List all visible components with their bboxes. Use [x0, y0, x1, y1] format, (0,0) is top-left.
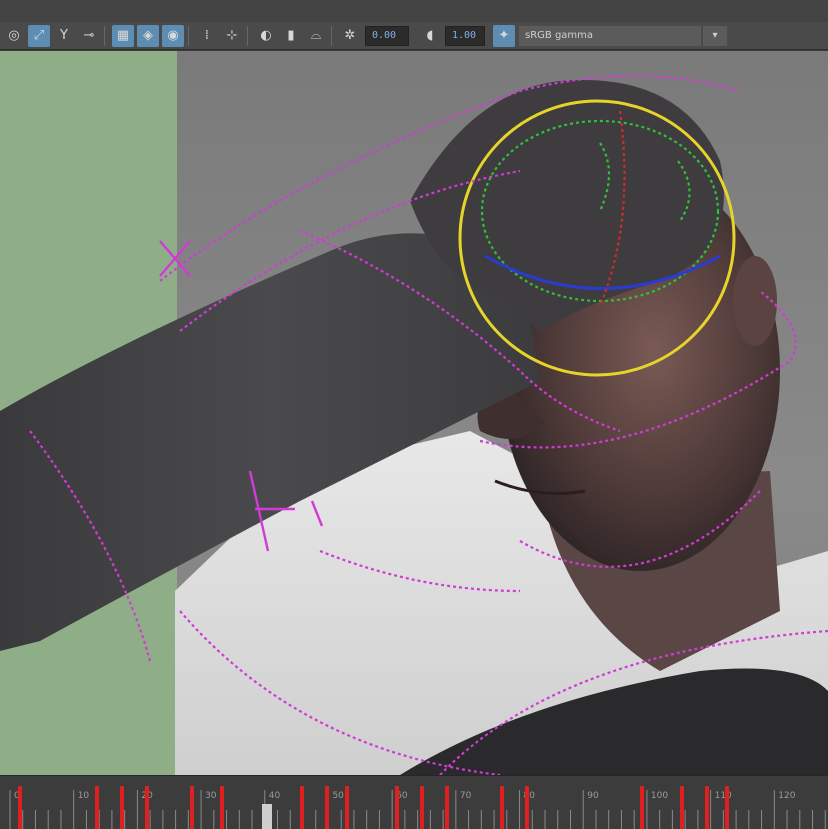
isolate-button[interactable]: ⊹: [221, 25, 243, 47]
xray-icon: ◐: [260, 28, 272, 43]
shadow-button[interactable]: ⌓: [305, 25, 327, 47]
select-tool-button[interactable]: ◎: [3, 25, 25, 47]
shaded-icon: ◉: [167, 28, 179, 43]
timeline-tick-label: 110: [715, 791, 732, 801]
colorspace-dropdown-button[interactable]: ▾: [703, 25, 727, 46]
keyframe-marker[interactable]: [705, 786, 709, 829]
time-slider-track[interactable]: 0102030405060708090100110120: [0, 776, 828, 829]
keyframe-marker[interactable]: [190, 786, 194, 829]
camera-button[interactable]: ⊸: [78, 25, 100, 47]
viewport-toolbar: ◎ ⤢ Y ⊸ ▦ ◈ ◉ ⁞ ⊹ ◐ ▮ ⌓ ✲ 0.00 ◖ 1.00 ✦ …: [0, 22, 828, 50]
toolbar-separator: [331, 25, 332, 46]
gamma-icon: ◖: [426, 28, 434, 43]
wireframe-button[interactable]: ◈: [137, 24, 159, 47]
character-scene: [0, 74, 828, 775]
keyframe-marker[interactable]: [95, 786, 99, 829]
exposure-field[interactable]: 0.00: [365, 25, 409, 46]
gamma-button[interactable]: ◖: [419, 25, 441, 47]
keyframe-marker[interactable]: [725, 786, 729, 829]
keyframe-marker[interactable]: [345, 786, 349, 829]
3d-viewport[interactable]: [0, 51, 828, 775]
select-icon: ◎: [8, 28, 20, 43]
timeline-tick-label: 10: [78, 791, 90, 801]
grid-icon: ▦: [116, 28, 130, 43]
chevron-down-icon: ▾: [712, 30, 718, 41]
keyframe-marker[interactable]: [445, 786, 449, 829]
timeline-tick-label: 70: [460, 791, 472, 801]
menu-strip: [0, 0, 828, 22]
keyframe-marker[interactable]: [680, 786, 684, 829]
timeline-tick-label: 120: [778, 791, 795, 801]
shaded-button[interactable]: ◉: [162, 24, 184, 47]
lasso-icon: ⤢: [33, 28, 45, 43]
lasso-tool-button[interactable]: ⤢: [28, 24, 50, 47]
timeline-tick-label: 50: [332, 791, 344, 801]
grid-button[interactable]: ▦: [112, 24, 134, 47]
timeline-tick-label: 40: [269, 791, 281, 801]
exposure-button[interactable]: ✲: [339, 25, 361, 47]
colorspace-select[interactable]: sRGB gamma: [519, 25, 701, 46]
light-icon: ⁞: [204, 28, 210, 43]
keyframe-marker[interactable]: [300, 786, 304, 829]
keyframe-marker[interactable]: [325, 786, 329, 829]
snap-icon: Y: [60, 28, 68, 43]
isolate-icon: ⊹: [226, 28, 238, 43]
keyframe-marker[interactable]: [145, 786, 149, 829]
toolbar-separator: [247, 25, 248, 46]
xray-button[interactable]: ◐: [255, 25, 277, 47]
snap-button[interactable]: Y: [53, 25, 75, 47]
keyframe-marker[interactable]: [420, 786, 424, 829]
wireframe-icon: ◈: [143, 28, 153, 43]
colormanage-icon: ✦: [498, 28, 510, 43]
gamma-field[interactable]: 1.00: [445, 25, 485, 46]
time-slider[interactable]: 0102030405060708090100110120: [0, 775, 828, 829]
keyframe-marker[interactable]: [640, 786, 644, 829]
toolbar-separator: [104, 25, 105, 46]
keyframe-marker[interactable]: [120, 786, 124, 829]
toolbar-separator: [188, 25, 189, 46]
timeline-tick-label: 30: [205, 791, 217, 801]
colorspace-label: sRGB gamma: [525, 30, 594, 41]
timeline-tick-label: 90: [587, 791, 599, 801]
texture-button[interactable]: ▮: [280, 25, 302, 47]
keyframe-marker[interactable]: [525, 786, 529, 829]
keyframe-marker[interactable]: [220, 786, 224, 829]
exposure-icon: ✲: [344, 28, 356, 43]
keyframe-marker[interactable]: [500, 786, 504, 829]
current-time-indicator[interactable]: [262, 804, 272, 829]
keyframe-marker[interactable]: [395, 786, 399, 829]
timeline-tick-label: 100: [651, 791, 668, 801]
texture-icon: ▮: [287, 28, 295, 43]
keyframe-marker[interactable]: [18, 786, 22, 829]
shadow-icon: ⌓: [310, 28, 322, 43]
colormanage-button[interactable]: ✦: [493, 24, 515, 47]
camera-icon: ⊸: [83, 28, 95, 43]
light-button[interactable]: ⁞: [196, 25, 218, 47]
